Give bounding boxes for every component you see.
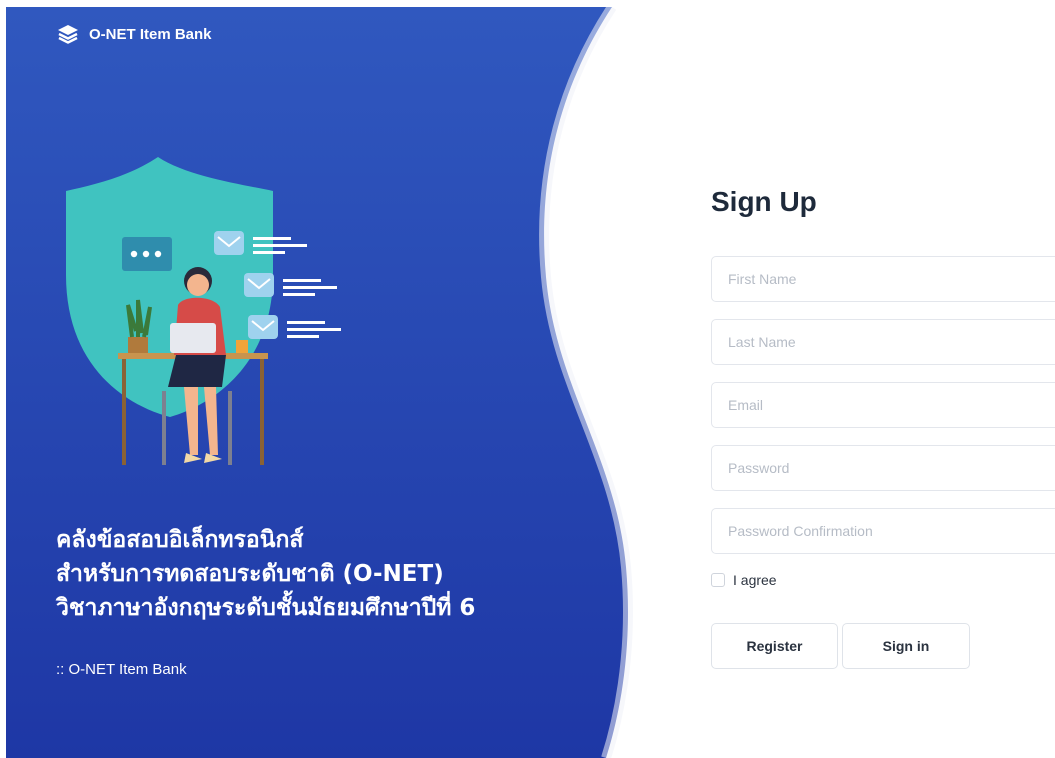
agree-label: I agree bbox=[733, 572, 777, 588]
last-name-field[interactable] bbox=[711, 319, 1055, 365]
email-input[interactable] bbox=[712, 383, 1055, 427]
form-title: Sign Up bbox=[711, 186, 817, 217]
hero-panel: O-NET Item Bank คลังข้อสอบอิเล็กทรอนิกส์… bbox=[6, 7, 646, 758]
first-name-field[interactable] bbox=[711, 256, 1055, 302]
register-button[interactable]: Register bbox=[711, 623, 838, 669]
brand[interactable]: O-NET Item Bank bbox=[56, 22, 212, 46]
email-field[interactable] bbox=[711, 382, 1055, 428]
password-confirmation-input[interactable] bbox=[712, 509, 1055, 553]
password-input[interactable] bbox=[712, 446, 1055, 490]
layers-icon bbox=[56, 22, 80, 46]
sign-in-button[interactable]: Sign in bbox=[842, 623, 970, 669]
signup-form: Sign Up I agree Register Sign in bbox=[711, 186, 1055, 669]
first-name-input[interactable] bbox=[712, 257, 1055, 301]
last-name-input[interactable] bbox=[712, 320, 1055, 364]
brand-name: O-NET Item Bank bbox=[89, 25, 212, 43]
headline-line-2: สำหรับการทดสอบระดับชาติ (O-NET) bbox=[56, 561, 444, 587]
password-field[interactable] bbox=[711, 445, 1055, 491]
agree-checkbox-row[interactable]: I agree bbox=[711, 572, 777, 588]
hero-headline: คลังข้อสอบอิเล็กทรอนิกส์ สำหรับการทดสอบร… bbox=[56, 523, 616, 625]
password-confirmation-field[interactable] bbox=[711, 508, 1055, 554]
woman-at-laptop-illustration bbox=[66, 157, 341, 465]
headline-line-1: คลังข้อสอบอิเล็กทรอนิกส์ bbox=[56, 527, 304, 553]
headline-line-3: วิชาภาษาอังกฤษระดับชั้นมัธยมศึกษาปีที่ 6 bbox=[56, 595, 476, 621]
hero-tagline: :: O-NET Item Bank bbox=[56, 661, 187, 678]
agree-checkbox[interactable] bbox=[711, 573, 725, 587]
